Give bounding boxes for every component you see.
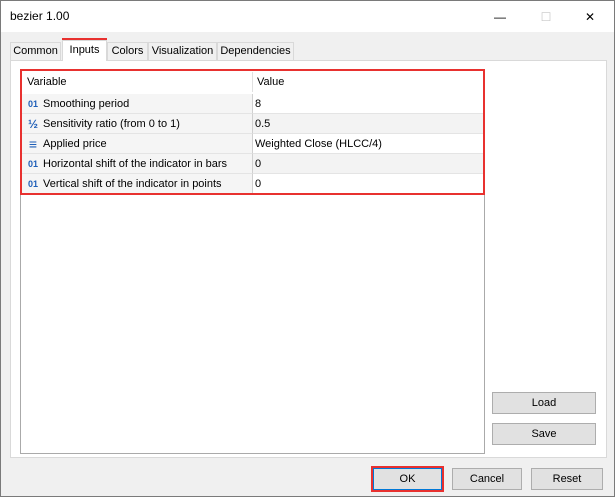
variable-name: Vertical shift of the indicator in point… bbox=[43, 177, 222, 190]
table-row[interactable]: 01 Smoothing period 8 bbox=[21, 94, 484, 114]
table-row[interactable]: 01 Vertical shift of the indicator in po… bbox=[21, 174, 484, 194]
maximize-icon: ☐ bbox=[540, 9, 552, 24]
tab-colors[interactable]: Colors bbox=[107, 42, 148, 60]
minimize-button[interactable]: — bbox=[477, 1, 523, 32]
variable-name: Sensitivity ratio (from 0 to 1) bbox=[43, 117, 180, 130]
save-button[interactable]: Save bbox=[492, 423, 596, 445]
load-button[interactable]: Load bbox=[492, 392, 596, 414]
value-cell[interactable]: 8 bbox=[253, 94, 484, 114]
table-row[interactable]: ≡ Applied price Weighted Close (HLCC/4) bbox=[21, 134, 484, 154]
minimize-icon: — bbox=[494, 9, 506, 24]
int-icon: 01 bbox=[27, 98, 38, 109]
tab-inputs[interactable]: Inputs bbox=[62, 40, 107, 61]
maximize-button: ☐ bbox=[523, 1, 569, 32]
fraction-icon: ½ bbox=[27, 116, 38, 131]
int-icon: 01 bbox=[27, 158, 38, 169]
window-title: bezier 1.00 bbox=[10, 9, 70, 23]
variable-name: Applied price bbox=[43, 137, 107, 150]
close-icon: ✕ bbox=[584, 9, 596, 24]
header-variable[interactable]: Variable bbox=[21, 72, 253, 92]
value-cell[interactable]: 0.5 bbox=[253, 114, 484, 134]
close-button[interactable]: ✕ bbox=[567, 1, 613, 32]
header-value[interactable]: Value bbox=[253, 72, 484, 92]
int-icon: 01 bbox=[27, 178, 38, 189]
table-row[interactable]: ½ Sensitivity ratio (from 0 to 1) 0.5 bbox=[21, 114, 484, 134]
cancel-button[interactable]: Cancel bbox=[452, 468, 522, 490]
value-cell[interactable]: 0 bbox=[253, 154, 484, 174]
ok-button[interactable]: OK bbox=[373, 468, 442, 490]
table-row[interactable]: 01 Horizontal shift of the indicator in … bbox=[21, 154, 484, 174]
tab-dependencies[interactable]: Dependencies bbox=[217, 42, 294, 60]
title-bar: bezier 1.00 — ☐ ✕ bbox=[1, 1, 614, 32]
reset-button[interactable]: Reset bbox=[531, 468, 603, 490]
variable-name: Smoothing period bbox=[43, 97, 130, 110]
tab-visualization[interactable]: Visualization bbox=[148, 42, 217, 60]
tab-common[interactable]: Common bbox=[10, 42, 61, 60]
value-cell[interactable]: 0 bbox=[253, 174, 484, 194]
dialog-window: bezier 1.00 — ☐ ✕ Common Inputs Colors V… bbox=[0, 0, 615, 497]
inputs-grid: Variable Value 01 Smoothing period 8 ½ S… bbox=[20, 70, 485, 454]
enum-list-icon: ≡ bbox=[28, 135, 38, 152]
variable-name: Horizontal shift of the indicator in bar… bbox=[43, 157, 228, 170]
value-cell[interactable]: Weighted Close (HLCC/4) bbox=[253, 134, 484, 154]
grid-header-row: Variable Value bbox=[21, 72, 484, 92]
